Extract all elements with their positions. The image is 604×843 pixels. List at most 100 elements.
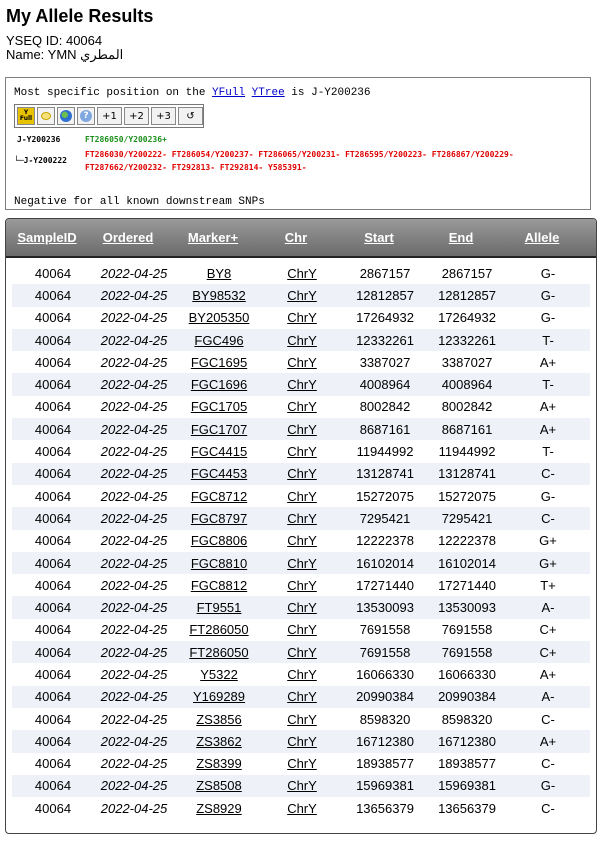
end-position-cell: 7691558 [441,622,493,638]
table-row: 40064 2022-04-25 FT286050 ChrY 7691558 769155… [12,619,590,641]
plus-three-button[interactable]: +3 [151,107,176,125]
name-line: Name: YMN المطري [6,47,124,62]
chr-link[interactable]: ChrY [264,622,340,637]
marker-link[interactable]: FGC496 [174,333,264,348]
chr-link[interactable]: ChrY [264,333,340,348]
globe-icon[interactable] [57,107,75,125]
marker-link[interactable]: ZS8508 [174,778,264,793]
chr-link[interactable]: ChrY [264,399,340,414]
start-position-cell: 7691558 [359,644,411,660]
marker-link[interactable]: Y169289 [174,689,264,704]
chr-link[interactable]: ChrY [264,288,340,303]
ordered-date-cell: 2022-04-25 [100,622,168,638]
ordered-date-cell: 2022-04-25 [100,377,168,393]
marker-link[interactable]: BY98532 [174,288,264,303]
negative-downstream-text: Negative for all known downstream SNPs [14,196,265,208]
marker-link[interactable]: FGC4453 [174,466,264,481]
reset-button[interactable]: ↺ [178,107,203,125]
sample-id-cell: 40064 [34,354,72,370]
yfull-icon-bottom: Full [19,115,33,122]
end-position-cell: 13656379 [438,800,496,816]
start-position-cell: 16066330 [356,666,414,682]
marker-link[interactable]: FGC8797 [174,511,264,526]
marker-link[interactable]: FGC1695 [174,355,264,370]
marker-link[interactable]: BY8 [174,266,264,281]
allele-results-table: SampleID Ordered Marker+ Chr Start End A… [5,218,597,834]
marker-link[interactable]: ZS8929 [174,801,264,816]
header-sampleid[interactable]: SampleID [6,230,88,245]
start-position-cell: 8687161 [359,421,411,437]
chr-link[interactable]: ChrY [264,511,340,526]
yfull-icon[interactable]: Y Full [17,107,35,125]
chr-link[interactable]: ChrY [264,266,340,281]
header-allele[interactable]: Allele [498,230,586,245]
table-row: 40064 2022-04-25 FGC8797 ChrY 7295421 7295421… [12,507,590,530]
ytree-link[interactable]: YTree [252,87,285,99]
header-marker[interactable]: Marker+ [168,230,258,245]
chr-link[interactable]: ChrY [264,578,340,593]
tree-node-positive-snps: FT286050/Y200236+ [85,135,167,144]
chr-link[interactable]: ChrY [264,556,340,571]
chr-link[interactable]: ChrY [264,801,340,816]
chr-link[interactable]: ChrY [264,645,340,660]
marker-link[interactable]: FT286050 [174,645,264,660]
ordered-date-cell: 2022-04-25 [100,444,168,460]
end-position-cell: 3387027 [441,354,493,370]
chr-link[interactable]: ChrY [264,533,340,548]
marker-link[interactable]: FGC1707 [174,422,264,437]
marker-link[interactable]: FGC8712 [174,489,264,504]
end-position-cell: 18938577 [438,756,496,772]
ytree-icon[interactable] [37,107,55,125]
end-position-cell: 13128741 [438,466,496,482]
end-position-cell: 16712380 [438,733,496,749]
start-position-cell: 13128741 [356,466,414,482]
chr-link[interactable]: ChrY [264,778,340,793]
chr-link[interactable]: ChrY [264,756,340,771]
marker-link[interactable]: FGC1696 [174,377,264,392]
table-row: 40064 2022-04-25 Y169289 ChrY 20990384 209903… [12,685,590,708]
chr-link[interactable]: ChrY [264,444,340,459]
marker-link[interactable]: FGC4415 [174,444,264,459]
position-prefix: Most specific position on the [14,87,213,99]
chr-link[interactable]: ChrY [264,466,340,481]
chr-link[interactable]: ChrY [264,689,340,704]
allele-cell: A+ [539,666,557,682]
header-start[interactable]: Start [334,230,424,245]
help-icon[interactable]: ? [77,107,95,125]
marker-link[interactable]: FGC8806 [174,533,264,548]
marker-link[interactable]: FGC8812 [174,578,264,593]
marker-link[interactable]: FT9551 [174,600,264,615]
chr-link[interactable]: ChrY [264,377,340,392]
allele-cell: A+ [539,399,557,415]
header-chr[interactable]: Chr [258,230,334,245]
chr-link[interactable]: ChrY [264,422,340,437]
chr-link[interactable]: ChrY [264,600,340,615]
chr-link[interactable]: ChrY [264,712,340,727]
marker-link[interactable]: ZS3856 [174,712,264,727]
sample-id-cell: 40064 [34,666,72,682]
marker-link[interactable]: FGC1705 [174,399,264,414]
marker-link[interactable]: ZS8399 [174,756,264,771]
header-end[interactable]: End [424,230,498,245]
yfull-link[interactable]: YFull [212,87,245,99]
sample-id-cell: 40064 [34,444,72,460]
marker-link[interactable]: FT286050 [174,622,264,637]
start-position-cell: 17271440 [356,577,414,593]
table-row: 40064 2022-04-25 FT286050 ChrY 7691558 769155… [12,641,590,664]
start-position-cell: 15272075 [356,488,414,504]
plus-two-button[interactable]: +2 [124,107,149,125]
chr-link[interactable]: ChrY [264,667,340,682]
marker-link[interactable]: FGC8810 [174,556,264,571]
ordered-date-cell: 2022-04-25 [100,800,168,816]
help-glyph: ? [80,110,92,122]
header-ordered[interactable]: Ordered [88,230,168,245]
marker-link[interactable]: BY205350 [174,310,264,325]
chr-link[interactable]: ChrY [264,489,340,504]
chr-link[interactable]: ChrY [264,310,340,325]
marker-link[interactable]: Y5322 [174,667,264,682]
chr-link[interactable]: ChrY [264,734,340,749]
chr-link[interactable]: ChrY [264,355,340,370]
tree-node-negative-snps: FT287662/Y200232- FT292813- FT292814- Y5… [85,163,307,172]
plus-one-button[interactable]: +1 [97,107,122,125]
marker-link[interactable]: ZS3862 [174,734,264,749]
